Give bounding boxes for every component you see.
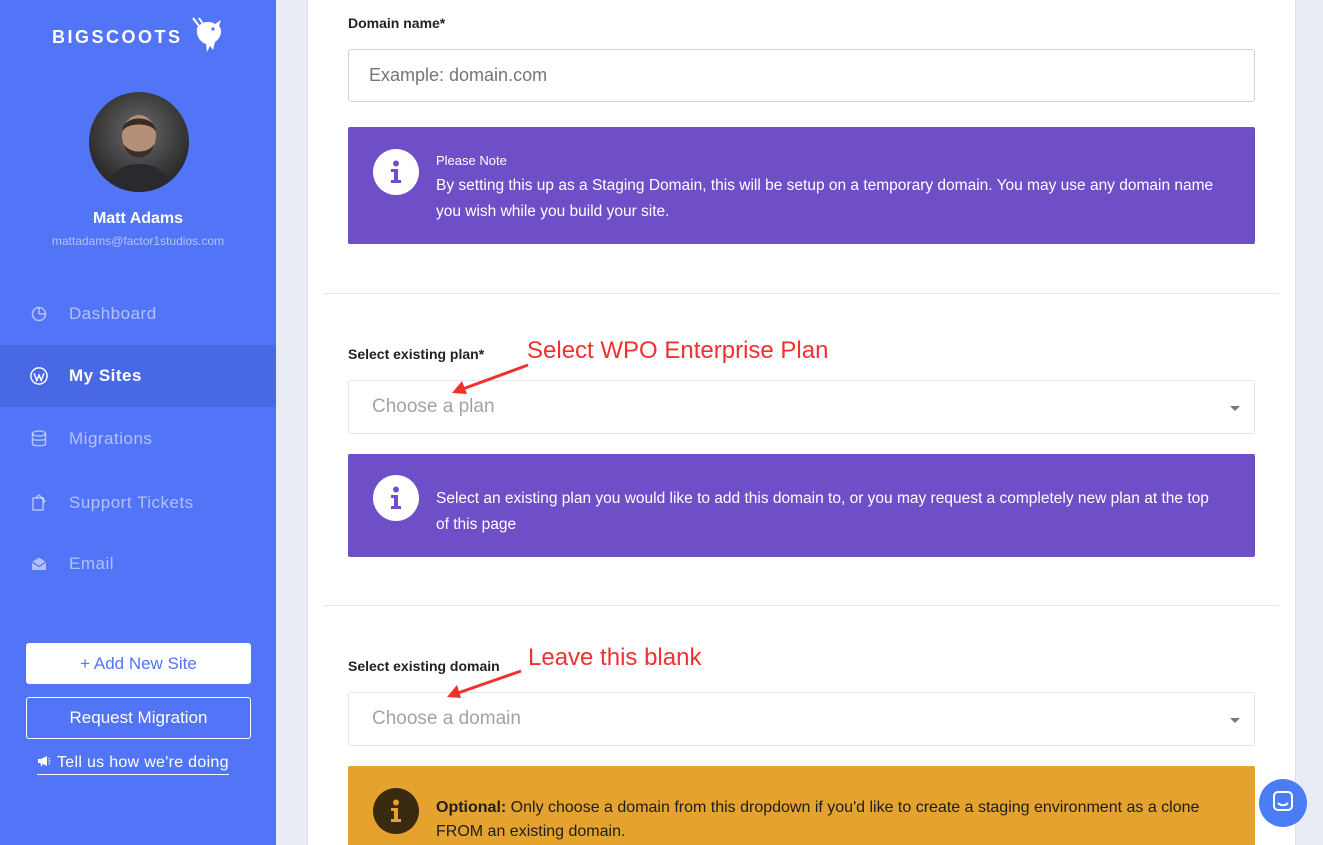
chevron-down-icon (1230, 406, 1240, 411)
note-title: Please Note (436, 153, 507, 168)
section-divider (324, 293, 1279, 294)
feedback-link[interactable]: Tell us how we're doing (37, 754, 229, 775)
brand-logo[interactable]: BIGSCOOTS (52, 16, 225, 59)
sidebar: BIGSCOOTS Matt Adams mattadams@factor1st… (0, 0, 276, 845)
plan-note: Select an existing plan you would like t… (348, 454, 1255, 557)
warning-bold: Optional: (436, 799, 507, 816)
sidebar-item-email[interactable]: Email (0, 533, 276, 595)
ticket-icon (30, 494, 48, 512)
add-new-site-button[interactable]: + Add New Site (26, 643, 251, 684)
brand-name: BIGSCOOTS (52, 27, 183, 47)
section-divider (324, 605, 1279, 606)
info-icon (373, 788, 419, 834)
warning-body: Only choose a domain from this dropdown … (436, 799, 1200, 840)
info-icon (373, 475, 419, 521)
sidebar-item-label: Email (69, 554, 115, 573)
sidebar-item-label: My Sites (69, 366, 142, 385)
domain-name-label: Domain name* (348, 15, 446, 31)
info-icon (373, 149, 419, 195)
optional-warning: Optional: Only choose a domain from this… (348, 766, 1255, 845)
request-migration-button[interactable]: Request Migration (26, 697, 251, 739)
plan-select-placeholder: Choose a plan (372, 396, 495, 417)
database-icon (30, 430, 48, 448)
domain-name-input[interactable] (348, 49, 1255, 102)
sidebar-item-label: Migrations (69, 429, 153, 448)
sidebar-item-my-sites[interactable]: My Sites (0, 345, 276, 407)
chevron-down-icon (1230, 718, 1240, 723)
user-email: mattadams@factor1studios.com (51, 234, 225, 248)
sidebar-item-label: Support Tickets (69, 493, 194, 512)
annotation-arrow-domain (447, 669, 522, 698)
chat-widget-button[interactable] (1259, 779, 1307, 827)
sidebar-item-support-tickets[interactable]: Support Tickets (0, 472, 276, 534)
warning-text: Optional: Only choose a domain from this… (436, 796, 1236, 844)
wordpress-icon (30, 367, 48, 385)
envelope-icon (30, 555, 48, 573)
sidebar-item-migrations[interactable]: Migrations (0, 408, 276, 470)
megaphone-icon (37, 754, 51, 772)
note-text: Select an existing plan you would like t… (436, 490, 1209, 533)
annotation-arrow-plan (452, 363, 529, 394)
domain-note: Please Note By setting this up as a Stag… (348, 127, 1255, 244)
user-name: Matt Adams (92, 210, 184, 227)
sidebar-item-dashboard[interactable]: Dashboard (0, 283, 276, 345)
chat-icon (1272, 790, 1294, 817)
scooter-bird-icon (191, 16, 225, 59)
note-text: By setting this up as a Staging Domain, … (436, 177, 1214, 220)
sidebar-item-label: Dashboard (69, 304, 157, 323)
existing-domain-select[interactable]: Choose a domain (348, 692, 1255, 746)
feedback-label: Tell us how we're doing (57, 754, 229, 771)
annotation-plan: Select WPO Enterprise Plan (527, 337, 829, 364)
existing-domain-select-placeholder: Choose a domain (372, 708, 521, 729)
plan-label: Select existing plan* (348, 346, 485, 362)
dashboard-icon (30, 305, 48, 323)
avatar[interactable] (89, 92, 189, 192)
annotation-domain: Leave this blank (528, 644, 702, 671)
